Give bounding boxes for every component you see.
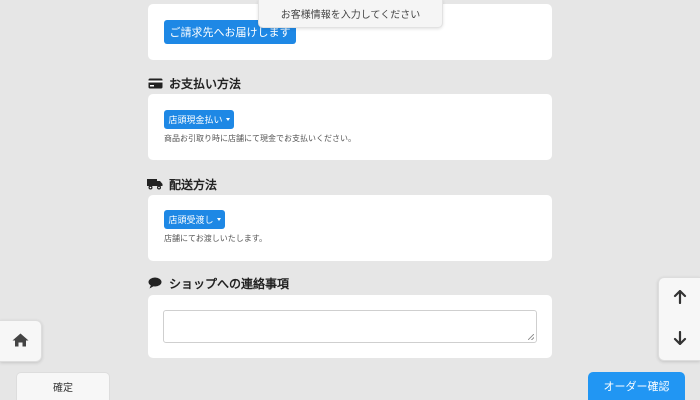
caret-down-icon	[216, 218, 221, 221]
confirm-label: 確定	[53, 383, 73, 394]
arrow-down-icon[interactable]	[673, 330, 687, 349]
message-title-text: ショップへの連絡事項	[169, 276, 290, 291]
arrow-up-icon[interactable]	[673, 289, 687, 308]
delivery-method-dropdown[interactable]: 店頭受渡し	[164, 210, 225, 229]
home-button[interactable]	[0, 320, 42, 362]
delivery-title-text: 配送方法	[169, 177, 218, 192]
delivery-help-text: 店舗にてお渡しいたします。	[164, 234, 267, 243]
delivery-dropdown-value: 店頭受渡し	[168, 216, 214, 226]
home-icon	[12, 332, 29, 351]
shop-message-textarea[interactable]	[163, 310, 537, 343]
payment-help-text: 商品お引取り時に店舗にて現金でお支払いください。	[164, 134, 356, 143]
truck-icon	[147, 177, 163, 191]
payment-method-dropdown[interactable]: 店頭現金払い	[164, 110, 234, 129]
scroll-controls	[658, 277, 700, 361]
confirm-button[interactable]: 確定	[16, 372, 110, 400]
toast-notification: お客様情報を入力してください	[258, 0, 443, 28]
message-section-title: ショップへの連絡事項	[147, 274, 289, 292]
payment-title-text: お支払い方法	[169, 76, 242, 91]
delivery-section-title: 配送方法	[147, 175, 217, 193]
credit-card-icon	[147, 76, 163, 90]
payment-section-title: お支払い方法	[147, 74, 241, 92]
payment-dropdown-value: 店頭現金払い	[168, 116, 223, 126]
toast-text: お客様情報を入力してください	[280, 10, 421, 21]
order-confirm-label: オーダー確認	[603, 380, 670, 393]
caret-down-icon	[225, 118, 230, 121]
comment-icon	[147, 276, 163, 290]
resize-handle[interactable]	[528, 334, 534, 340]
order-confirm-button[interactable]: オーダー確認	[588, 372, 685, 400]
